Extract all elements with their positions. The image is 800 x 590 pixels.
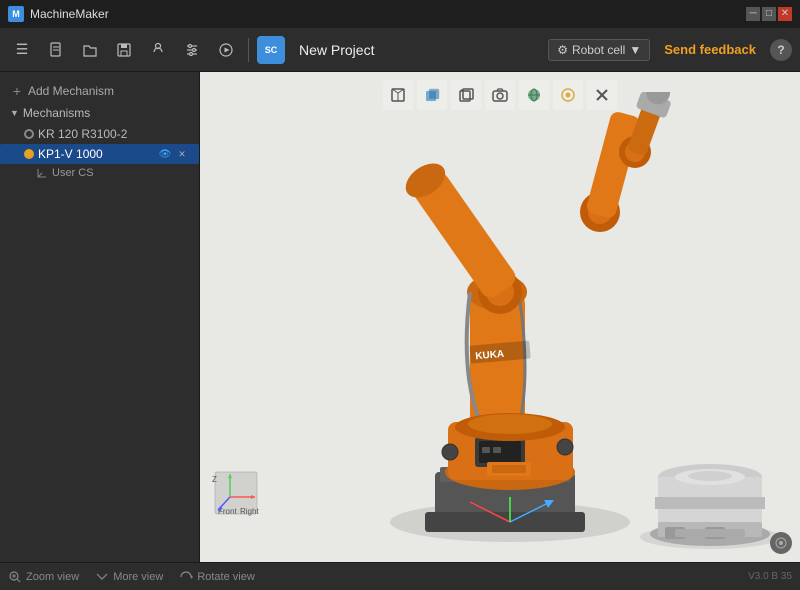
mechanisms-section-header[interactable]: ▼ Mechanisms: [0, 102, 199, 124]
dot-circle-view-button[interactable]: [553, 80, 583, 110]
kuka-badge: SC: [257, 36, 285, 64]
viewport[interactable]: KUKA: [200, 72, 800, 562]
add-mechanism-button[interactable]: + Add Mechanism: [0, 80, 199, 102]
add-mechanism-label: Add Mechanism: [28, 84, 114, 98]
item-active-indicator: [24, 149, 34, 159]
open-file-button[interactable]: [76, 36, 104, 64]
robot-svg: KUKA: [280, 92, 800, 562]
sidebar: + Add Mechanism ▼ Mechanisms KR 120 R310…: [0, 72, 200, 562]
new-file-button[interactable]: [42, 36, 70, 64]
svg-text:Z: Z: [212, 475, 217, 484]
more-view-button[interactable]: More view: [95, 570, 163, 584]
toolbar-right: ⚙ Robot cell ▼ Send feedback ?: [548, 38, 792, 61]
app-icon: M: [8, 6, 24, 22]
bottombar: Zoom view More view Rotate view V3.0 B 3…: [0, 562, 800, 590]
solid-view-button[interactable]: [417, 80, 447, 110]
maximize-button[interactable]: □: [762, 7, 776, 21]
project-title: New Project: [299, 42, 542, 58]
titlebar-controls: ─ □ ✕: [746, 7, 792, 21]
send-feedback-button[interactable]: Send feedback: [658, 38, 762, 61]
more-view-label: More view: [113, 571, 163, 583]
rotate-view-label: Rotate view: [197, 571, 254, 583]
dropdown-arrow-icon: ▼: [629, 43, 641, 57]
minimize-button[interactable]: ─: [746, 7, 760, 21]
robot-scene: KUKA: [200, 72, 800, 562]
sphere-view-button[interactable]: [519, 80, 549, 110]
item-indicator: [24, 129, 34, 139]
zoom-view-label: Zoom view: [26, 571, 79, 583]
mechanisms-label: Mechanisms: [23, 106, 90, 120]
toolbar-separator: [248, 38, 249, 62]
sidebar-item-kp1v1000-label: KP1-V 1000: [38, 147, 103, 161]
settings-sliders-icon[interactable]: [178, 36, 206, 64]
robot-cell-dropdown[interactable]: ⚙ Robot cell ▼: [548, 39, 650, 61]
sidebar-item-usercs[interactable]: User CS: [0, 164, 199, 182]
svg-text:Right: Right: [240, 507, 259, 516]
version-info: V3.0 B 35: [748, 571, 792, 582]
camera-orbit-button[interactable]: [770, 532, 792, 554]
camera-indicator: [770, 532, 792, 554]
titlebar-left: M MachineMaker: [8, 6, 109, 22]
edge-view-button[interactable]: [451, 80, 481, 110]
titlebar: M MachineMaker ─ □ ✕: [0, 0, 800, 28]
menu-icon[interactable]: [8, 36, 36, 64]
sidebar-item-usercs-label: User CS: [52, 167, 94, 179]
zoom-view-button[interactable]: Zoom view: [8, 570, 79, 584]
sidebar-item-kr120[interactable]: KR 120 R3100-2: [0, 124, 199, 144]
camera-view-button[interactable]: [485, 80, 515, 110]
sidebar-item-kr120-label: KR 120 R3100-2: [38, 127, 127, 141]
save-button[interactable]: [110, 36, 138, 64]
robot-cell-label: Robot cell: [572, 43, 625, 57]
remove-item-button[interactable]: ✕: [175, 147, 189, 161]
app-title: MachineMaker: [30, 7, 109, 21]
wireframe-view-button[interactable]: [383, 80, 413, 110]
rotate-view-button[interactable]: Rotate view: [179, 570, 254, 584]
robot-cell-icon: ⚙: [557, 43, 568, 57]
sidebar-item-kp1v1000[interactable]: KP1-V 1000 👁 ✕: [0, 144, 199, 164]
viewport-toolbar: [383, 80, 617, 110]
visibility-toggle-button[interactable]: 👁: [158, 147, 172, 161]
main-layout: + Add Mechanism ▼ Mechanisms KR 120 R310…: [0, 72, 800, 562]
close-button[interactable]: ✕: [778, 7, 792, 21]
axis-indicator: Front Right Z: [210, 462, 270, 522]
triangle-icon: ▼: [10, 108, 19, 118]
item-action-icons: 👁 ✕: [158, 147, 189, 161]
toolbar: SC New Project ⚙ Robot cell ▼ Send feedb…: [0, 28, 800, 72]
coordinate-system-icon: [36, 167, 48, 179]
play-button[interactable]: [212, 36, 240, 64]
robot-icon[interactable]: [144, 36, 172, 64]
help-button[interactable]: ?: [770, 39, 792, 61]
version-label: V3.0 B 35: [748, 571, 792, 582]
plus-icon: +: [10, 84, 24, 98]
cross-view-button[interactable]: [587, 80, 617, 110]
